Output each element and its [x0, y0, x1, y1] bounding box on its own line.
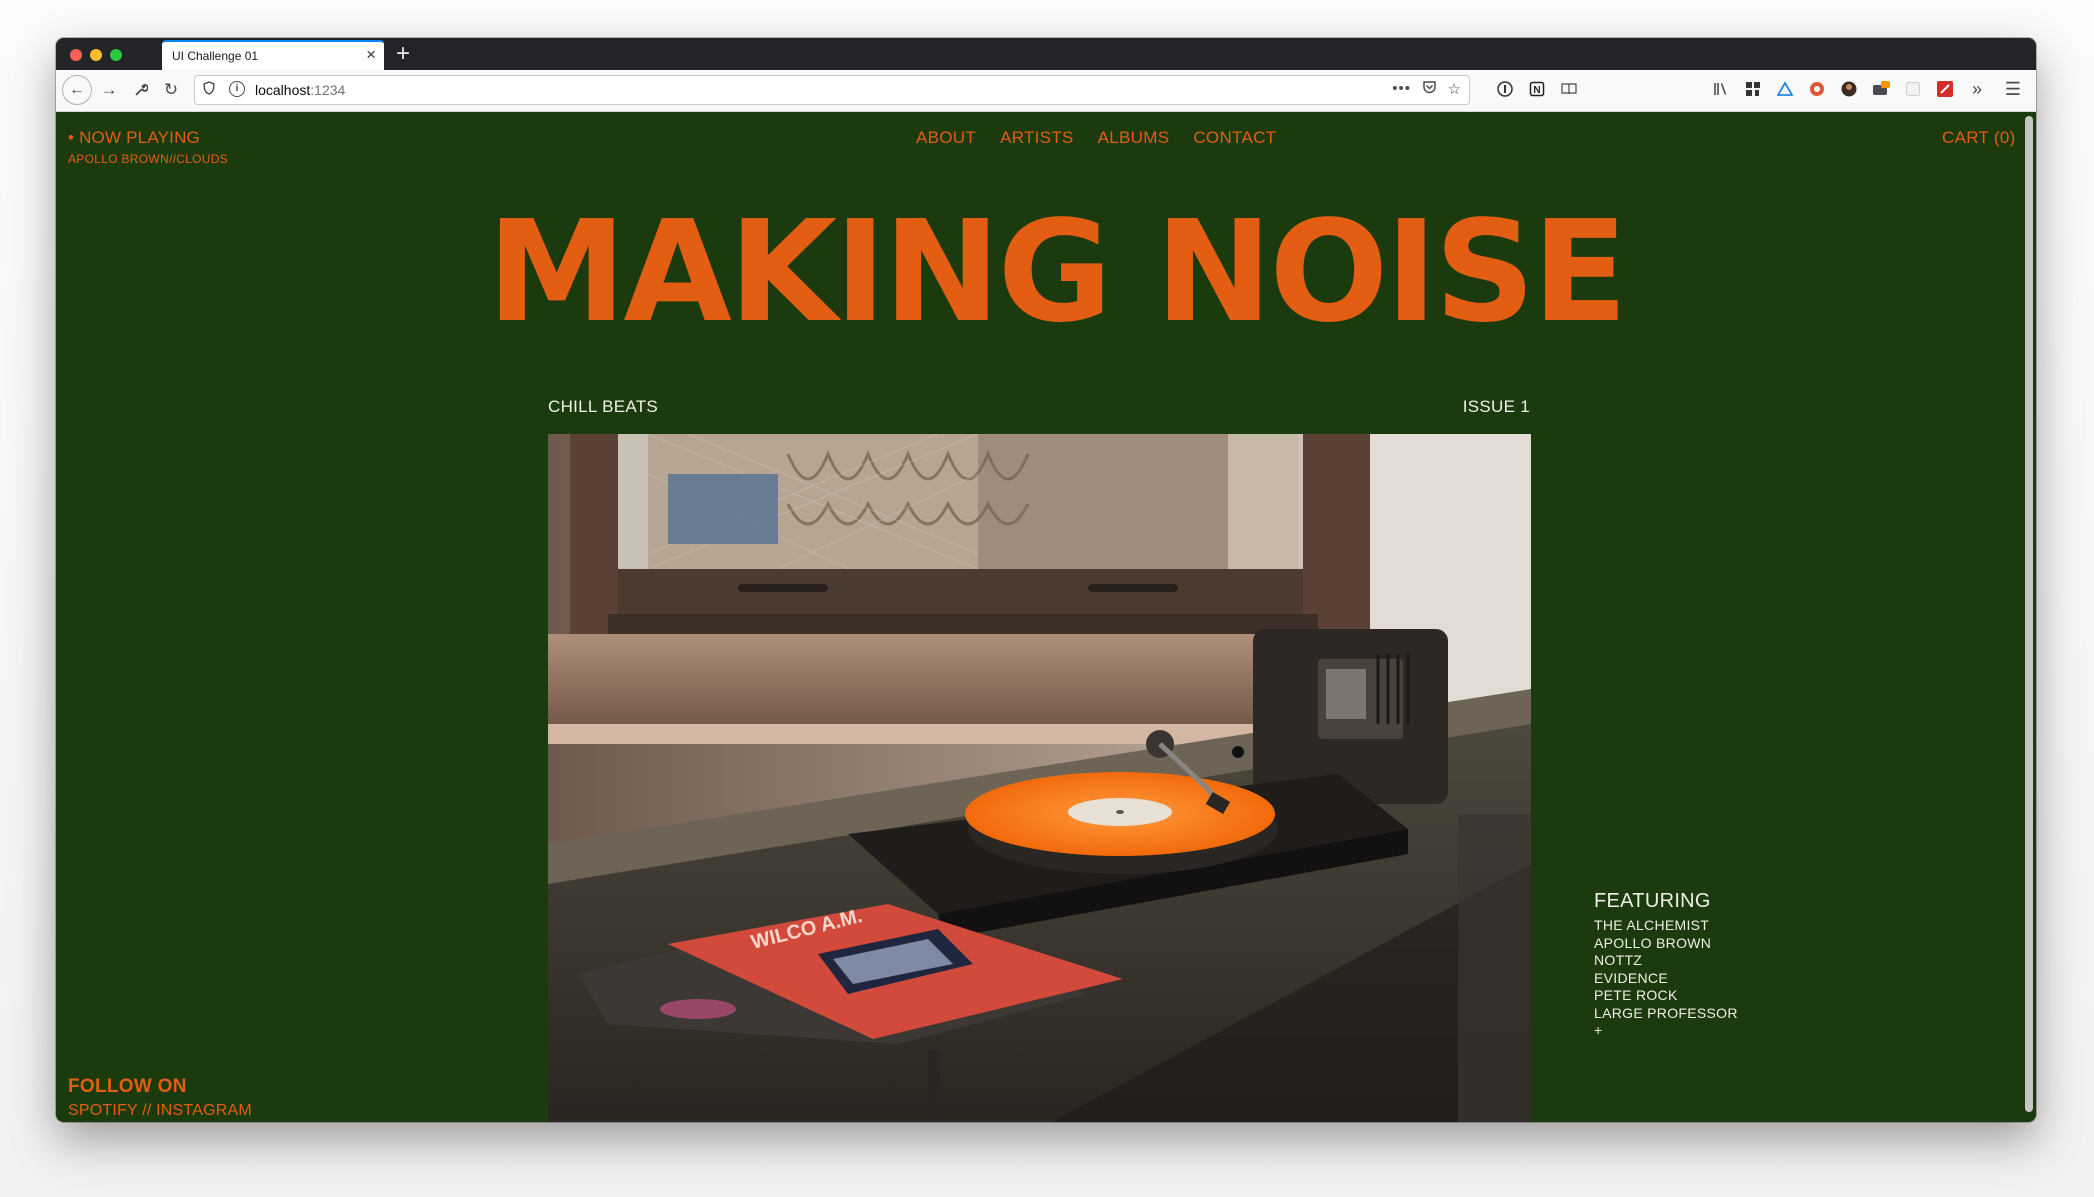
featured-artist[interactable]: NOTTZ [1594, 952, 1738, 970]
category-label: CHILL BEATS [548, 397, 659, 416]
featuring-title: FEATURING [1594, 890, 1711, 912]
social-links[interactable]: SPOTIFY // INSTAGRAM [68, 1102, 252, 1120]
page-content: • NOW PLAYING APOLLO BROWN//CLOUDS ABOUT… [56, 112, 2022, 1122]
notification-extension-icon[interactable] [1872, 80, 1890, 98]
featured-artist[interactable]: PETE ROCK [1594, 987, 1738, 1005]
issue-label: ISSUE 1 [1462, 397, 1530, 416]
scrollbar-thumb[interactable] [2025, 116, 2033, 1112]
navigation-toolbar: ← → ↻ i localhost:1234 ••• ☆ N » ☰ [56, 70, 2036, 112]
close-icon[interactable]: × [366, 45, 376, 65]
overflow-menu-icon[interactable]: » [1968, 79, 1986, 99]
featured-artist[interactable]: THE ALCHEMIST [1594, 917, 1738, 935]
url-bar[interactable]: i localhost:1234 ••• ☆ [194, 75, 1470, 105]
featured-artist[interactable]: EVIDENCE [1594, 970, 1738, 988]
bookmark-star-icon[interactable]: ☆ [1448, 80, 1461, 98]
tab-strip: UI Challenge 01 × + [56, 38, 2036, 70]
back-button[interactable]: ← [62, 75, 92, 105]
user-avatar-extension-icon[interactable] [1840, 80, 1858, 98]
wrench-icon[interactable] [128, 77, 154, 103]
nav-albums[interactable]: ALBUMS [1098, 128, 1170, 148]
cart-link[interactable]: CART (0) [1942, 128, 2016, 148]
hero-image-turntable: WILCO A.M. [548, 434, 1531, 1122]
page-title: MAKING NOISE [487, 191, 1628, 354]
hamburger-menu-icon[interactable]: ☰ [2004, 79, 2022, 99]
featuring-list: FEATURING THE ALCHEMIST APOLLO BROWN NOT… [1594, 890, 1738, 1040]
url-text[interactable]: localhost:1234 [255, 82, 345, 98]
notion-icon[interactable]: N [1528, 80, 1546, 98]
close-window-button[interactable] [70, 49, 82, 61]
library-icon[interactable] [1712, 80, 1730, 98]
now-playing-label: • NOW PLAYING [68, 128, 200, 147]
scrollbar[interactable] [2022, 112, 2036, 1122]
nav-about[interactable]: ABOUT [916, 128, 976, 148]
blank-extension-icon[interactable] [1904, 80, 1922, 98]
tab-title: UI Challenge 01 [172, 49, 259, 63]
featured-artist[interactable]: APOLLO BROWN [1594, 935, 1738, 953]
more-artists-button[interactable]: + [1594, 1022, 1738, 1040]
forward-button[interactable]: → [96, 77, 122, 103]
minimize-window-button[interactable] [90, 49, 102, 61]
google-drive-icon[interactable] [1776, 80, 1794, 98]
maximize-window-button[interactable] [110, 49, 122, 61]
nav-artists[interactable]: ARTISTS [1000, 128, 1074, 148]
site-info-icon[interactable]: i [229, 81, 245, 97]
page-actions-icon[interactable]: ••• [1392, 80, 1411, 97]
lastpass-extension-icon[interactable] [1936, 80, 1954, 98]
duckduckgo-icon[interactable] [1808, 80, 1826, 98]
extensions-grid-icon[interactable] [1744, 80, 1762, 98]
nav-contact[interactable]: CONTACT [1193, 128, 1276, 148]
onepassword-icon[interactable] [1496, 80, 1514, 98]
svg-text:N: N [1533, 85, 1540, 96]
new-tab-button[interactable]: + [396, 40, 410, 68]
follow-on-title: FOLLOW ON [68, 1076, 187, 1097]
now-playing-track[interactable]: APOLLO BROWN//CLOUDS [68, 152, 228, 166]
reader-view-icon[interactable] [1560, 80, 1578, 98]
shield-icon[interactable] [203, 81, 215, 98]
tab-ui-challenge[interactable]: UI Challenge 01 × [162, 40, 384, 70]
reload-button[interactable]: ↻ [158, 77, 184, 103]
featured-artist[interactable]: LARGE PROFESSOR [1594, 1005, 1738, 1023]
pocket-icon[interactable] [1422, 80, 1437, 99]
main-navigation: ABOUT ARTISTS ALBUMS CONTACT [916, 128, 1276, 148]
browser-window: UI Challenge 01 × + ← → ↻ i localhost:12… [56, 38, 2036, 1122]
